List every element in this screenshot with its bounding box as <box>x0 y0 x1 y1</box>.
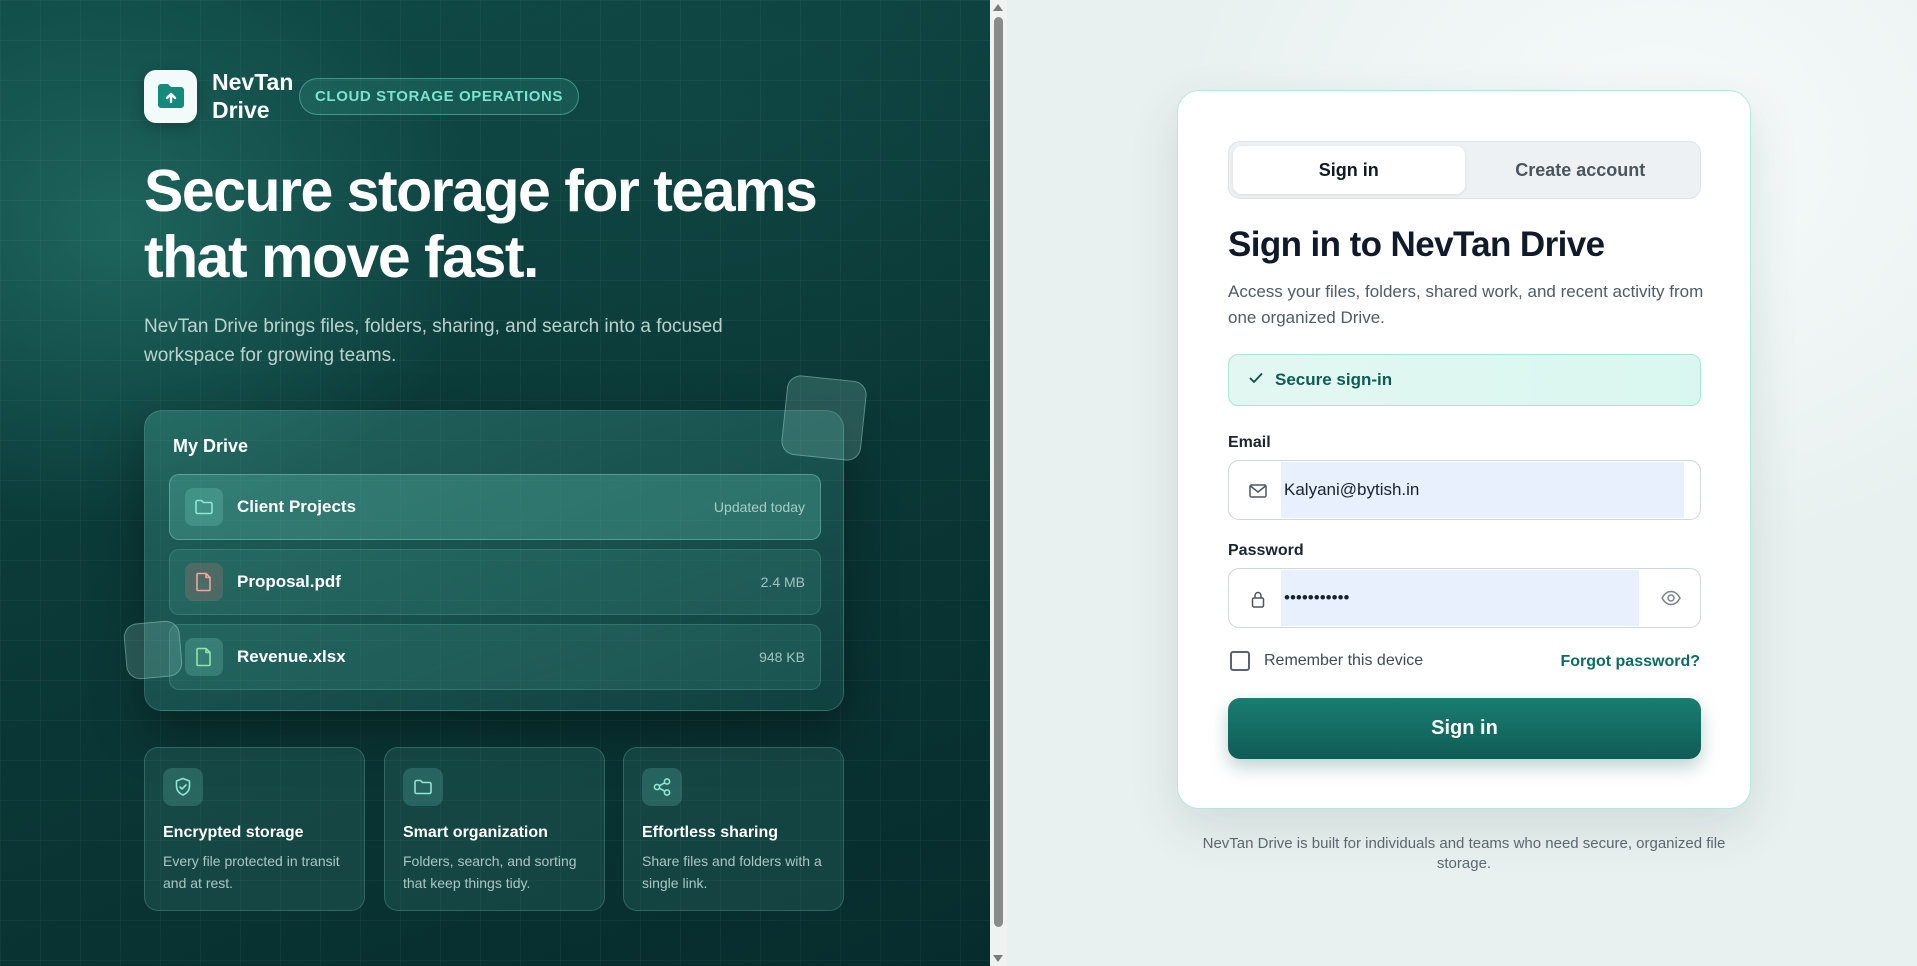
remember-device-option: Remember this device <box>1230 651 1423 671</box>
vertical-scrollbar[interactable] <box>990 0 1007 966</box>
file-name: Client Projects <box>237 497 357 516</box>
feature-description: Share files and folders with a single li… <box>642 853 822 891</box>
brand-header: NevTan Drive CLOUD STORAGE OPERATIONS <box>144 68 580 124</box>
folder-icon <box>185 488 223 526</box>
feature-title: Effortless sharing <box>642 824 779 841</box>
auth-panel: Sign in Create account Sign in to NevTan… <box>1007 0 1917 966</box>
forgot-password-link[interactable]: Forgot password? <box>1560 653 1700 671</box>
checkmark-icon <box>1249 371 1263 389</box>
drive-preview-card: My Drive Client Projects Updated today P… <box>144 410 844 711</box>
decorative-tile <box>122 619 184 681</box>
folder-icon <box>403 768 443 806</box>
file-meta: 948 KB <box>759 649 805 665</box>
tab-sign-in[interactable]: Sign in <box>1233 146 1465 194</box>
remember-device-label: Remember this device <box>1264 652 1424 669</box>
scrollbar-thumb[interactable] <box>994 17 1003 927</box>
scroll-up-arrow-icon[interactable] <box>993 4 1003 11</box>
feature-title: Smart organization <box>403 824 548 841</box>
file-name: Revenue.xlsx <box>237 647 346 666</box>
file-row: Client Projects Updated today <box>169 474 821 540</box>
scroll-down-arrow-icon[interactable] <box>993 955 1003 962</box>
sign-in-card: Sign in Create account Sign in to NevTan… <box>1177 90 1751 809</box>
password-input[interactable] <box>1281 570 1639 626</box>
feature-description: Every file protected in transit and at r… <box>163 853 340 891</box>
tab-create-account[interactable]: Create account <box>1465 146 1697 194</box>
file-row: Proposal.pdf 2.4 MB <box>169 549 821 615</box>
email-input[interactable] <box>1281 462 1684 518</box>
email-label: Email <box>1228 434 1271 451</box>
file-name: Proposal.pdf <box>237 572 341 591</box>
feature-title: Encrypted storage <box>163 824 304 841</box>
drive-logo-icon <box>144 69 197 123</box>
page-title: Sign in to NevTan Drive <box>1228 225 1605 264</box>
show-password-eye-icon[interactable] <box>1660 587 1682 614</box>
password-field <box>1228 568 1701 628</box>
auth-tabs: Sign in Create account <box>1228 141 1701 199</box>
file-meta: Updated today <box>713 499 805 515</box>
hero-panel: NevTan Drive CLOUD STORAGE OPERATIONS Se… <box>0 0 990 966</box>
file-meta: 2.4 MB <box>760 574 805 590</box>
decorative-tile <box>780 374 868 462</box>
file-row: Revenue.xlsx 948 KB <box>169 624 821 690</box>
remember-device-checkbox[interactable] <box>1230 651 1250 671</box>
lock-icon <box>1247 588 1269 610</box>
email-field <box>1228 460 1701 520</box>
feature-description: Folders, search, and sorting that keep t… <box>403 853 577 891</box>
footer-note: NevTan Drive is built for individuals an… <box>1202 835 1726 872</box>
share-icon <box>642 768 682 806</box>
hero-title: Secure storage for teams that move fast. <box>144 158 818 290</box>
mail-icon <box>1247 480 1269 502</box>
brand-tagline-badge: CLOUD STORAGE OPERATIONS <box>299 77 580 115</box>
shield-check-icon <box>163 768 203 806</box>
pdf-file-icon <box>185 563 223 601</box>
secure-sign-in-notice: Secure sign-in <box>1228 354 1701 406</box>
page-subtitle: Access your files, folders, shared work,… <box>1228 282 1704 327</box>
feature-card: Encrypted storage Every file protected i… <box>144 747 365 911</box>
feature-card: Effortless sharing Share files and folde… <box>623 747 844 911</box>
hero-subtitle: NevTan Drive brings files, folders, shar… <box>144 316 723 366</box>
spreadsheet-file-icon <box>185 638 223 676</box>
drive-preview-title: My Drive <box>173 436 249 456</box>
feature-card: Smart organization Folders, search, and … <box>384 747 605 911</box>
brand-name: NevTan Drive <box>212 69 294 123</box>
password-label: Password <box>1228 542 1304 559</box>
secure-sign-in-label: Secure sign-in <box>1275 370 1393 389</box>
sign-in-button[interactable]: Sign in <box>1228 698 1701 759</box>
